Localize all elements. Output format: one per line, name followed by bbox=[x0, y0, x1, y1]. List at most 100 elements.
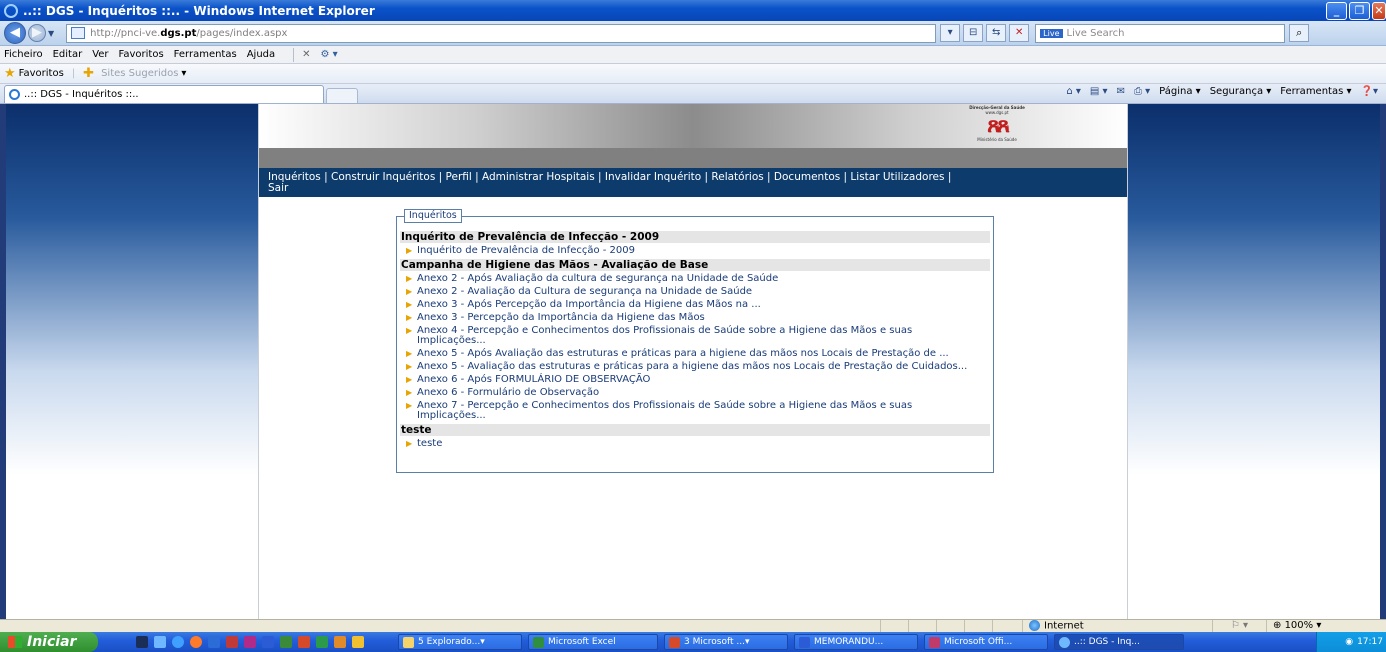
quicklaunch-icon[interactable] bbox=[316, 636, 328, 648]
quicklaunch-icon[interactable] bbox=[226, 636, 238, 648]
survey-link[interactable]: ▶ Anexo 3 - Percepção da Importância da H… bbox=[406, 313, 993, 323]
survey-link[interactable]: ▶ Anexo 5 - Após Avaliação das estruturas… bbox=[406, 349, 993, 359]
taskbar-item-excel[interactable]: Microsoft Excel bbox=[528, 634, 658, 650]
new-tab-button[interactable] bbox=[326, 88, 358, 103]
survey-link[interactable]: ▶ Anexo 6 - Formulário de Observação bbox=[406, 388, 993, 398]
protected-mode-icon[interactable]: ⚐ ▾ bbox=[1212, 619, 1266, 633]
survey-link[interactable]: ▶ teste bbox=[406, 439, 993, 449]
internet-explorer-icon bbox=[4, 3, 18, 18]
ie-quicklaunch-icon[interactable] bbox=[172, 636, 184, 648]
address-bar: ◀ ▶ ▼ http://pnci-ve. dgs.pt/pages/index.… bbox=[0, 21, 1386, 46]
url-domain: dgs.pt bbox=[160, 27, 197, 39]
recent-pages-dropdown-icon[interactable]: ▼ bbox=[48, 29, 54, 38]
refresh-icon[interactable]: ⇆ bbox=[986, 24, 1007, 42]
section-items: ▶ Anexo 2 - Após Avaliação da cultura de … bbox=[397, 274, 993, 421]
dropdown-icon[interactable]: ▾ bbox=[940, 24, 961, 42]
arrow-icon: ▶ bbox=[406, 300, 413, 309]
home-icon[interactable]: ⌂ ▾ bbox=[1066, 86, 1081, 97]
security-menu[interactable]: Segurança ▾ bbox=[1210, 86, 1272, 97]
feeds-icon[interactable]: ▤ ▾ bbox=[1090, 86, 1108, 97]
quicklaunch-icon[interactable] bbox=[298, 636, 310, 648]
menu-help[interactable]: Ajuda bbox=[247, 49, 275, 60]
quicklaunch-icon[interactable] bbox=[154, 636, 166, 648]
menu-file[interactable]: Ficheiro bbox=[4, 49, 43, 60]
help-icon[interactable]: ❓▾ bbox=[1361, 86, 1378, 97]
menu-favorites[interactable]: Favoritos bbox=[119, 49, 164, 60]
quicklaunch-icon[interactable] bbox=[280, 636, 292, 648]
windows-taskbar: Iniciar 5 Explorado... ▾ Microsoft Excel… bbox=[0, 632, 1386, 652]
frame-edge-right bbox=[1380, 104, 1386, 619]
security-zone[interactable]: Internet bbox=[1022, 619, 1212, 633]
menu-view[interactable]: Ver bbox=[92, 49, 108, 60]
taskbar-item-office[interactable]: Microsoft Offi... bbox=[924, 634, 1048, 650]
tools-menu[interactable]: Ferramentas ▾ bbox=[1280, 86, 1351, 97]
survey-link[interactable]: ▶ Anexo 4 - Percepção e Conhecimentos dos… bbox=[406, 326, 993, 346]
dgs-logo[interactable]: Direcção-Geral da Saúde www.dgs.pt ጸጸ Mi… bbox=[967, 104, 1027, 148]
menu-bar: Ficheiro Editar Ver Favoritos Ferramenta… bbox=[0, 46, 1386, 64]
quicklaunch-icon[interactable] bbox=[208, 636, 220, 648]
task-label: 5 Explorado... bbox=[418, 637, 481, 647]
task-label: Microsoft Excel bbox=[548, 637, 616, 647]
browser-tab[interactable]: ..:: DGS - Inquéritos ::.. bbox=[4, 85, 324, 103]
minimize-button[interactable]: _ bbox=[1326, 2, 1347, 20]
clock: 17:17 bbox=[1357, 637, 1383, 647]
survey-link[interactable]: ▶ Anexo 2 - Após Avaliação da cultura de … bbox=[406, 274, 993, 284]
survey-link-label: Anexo 2 - Avaliação da Cultura de segura… bbox=[417, 286, 753, 297]
show-desktop-icon[interactable] bbox=[136, 636, 148, 648]
status-cell bbox=[964, 619, 992, 633]
survey-link[interactable]: ▶ Anexo 6 - Após FORMULÁRIO DE OBSERVAÇÃO bbox=[406, 375, 993, 385]
survey-link-label: Anexo 5 - Avaliação das estruturas e prá… bbox=[417, 361, 968, 372]
forward-button[interactable]: ▶ bbox=[28, 24, 46, 42]
favorites-separator: | bbox=[71, 68, 76, 79]
survey-link[interactable]: ▶ Anexo 5 - Avaliação das estruturas e pr… bbox=[406, 362, 993, 372]
print-icon[interactable]: ⎙ ▾ bbox=[1134, 86, 1150, 97]
quicklaunch-icon[interactable] bbox=[334, 636, 346, 648]
site-banner: Direcção-Geral da Saúde www.dgs.pt ጸጸ Mi… bbox=[259, 104, 1127, 148]
quicklaunch-icon[interactable] bbox=[262, 636, 274, 648]
site-nav-logout[interactable]: Sair bbox=[268, 183, 1119, 194]
tray-network-icon[interactable]: ◉ bbox=[1345, 637, 1353, 647]
maximize-button[interactable]: ❐ bbox=[1349, 2, 1370, 20]
suggested-sites-dropdown-icon[interactable]: ▾ bbox=[181, 68, 186, 79]
suggested-sites-link[interactable]: Sites Sugeridos bbox=[101, 68, 178, 79]
menu-tools[interactable]: Ferramentas bbox=[174, 49, 237, 60]
section-header: Campanha de Higiene das Mãos - Avaliação… bbox=[400, 259, 990, 271]
add-favorite-icon[interactable]: ✚ bbox=[83, 66, 94, 81]
close-button[interactable]: ✕ bbox=[1372, 2, 1386, 20]
taskbar-item-dgs[interactable]: ..:: DGS - Inq... bbox=[1054, 634, 1184, 650]
survey-link[interactable]: ▶ Anexo 7 - Percepção e Conhecimentos dos… bbox=[406, 401, 993, 421]
page-viewport: Direcção-Geral da Saúde www.dgs.pt ጸጸ Mi… bbox=[0, 104, 1386, 619]
close-toolbar-icon[interactable]: ✕ bbox=[302, 49, 310, 60]
search-icon[interactable]: ⌕ bbox=[1289, 24, 1310, 42]
survey-link[interactable]: ▶ Anexo 2 - Avaliação da Cultura de segur… bbox=[406, 287, 993, 297]
stop-icon[interactable]: ✕ bbox=[1009, 24, 1030, 42]
site-nav-links[interactable]: Inquéritos | Construir Inquéritos | Perf… bbox=[268, 172, 1119, 183]
task-label: ..:: DGS - Inq... bbox=[1074, 637, 1140, 647]
zoom-control[interactable]: ⊕ 100% ▾ bbox=[1266, 619, 1336, 633]
taskbar-item-microsoft[interactable]: 3 Microsoft ... ▾ bbox=[664, 634, 788, 650]
quicklaunch-icon[interactable] bbox=[244, 636, 256, 648]
section-header: teste bbox=[400, 424, 990, 436]
start-label: Iniciar bbox=[27, 634, 77, 650]
quicklaunch-icon[interactable] bbox=[190, 636, 202, 648]
survey-link[interactable]: ▶ Anexo 3 - Após Percepção da Importância… bbox=[406, 300, 993, 310]
favorites-button[interactable]: Favoritos bbox=[19, 68, 64, 79]
menu-edit[interactable]: Editar bbox=[53, 49, 83, 60]
search-input[interactable]: Live Live Search bbox=[1035, 23, 1286, 43]
favorites-star-icon[interactable]: ★ bbox=[4, 66, 16, 81]
mail-icon[interactable]: ✉ bbox=[1117, 86, 1125, 97]
start-button[interactable]: Iniciar bbox=[0, 632, 98, 652]
taskbar-item-memorandu[interactable]: MEMORANDU... bbox=[794, 634, 918, 650]
url-field[interactable]: http://pnci-ve. dgs.pt/pages/index.aspx bbox=[66, 23, 937, 43]
page-menu[interactable]: Página ▾ bbox=[1159, 86, 1201, 97]
survey-link[interactable]: ▶ Inquérito de Prevalência de Infecção - … bbox=[406, 246, 993, 256]
dgs-emblem-icon: ጸጸ bbox=[987, 113, 1010, 138]
taskbar-item-explorer[interactable]: 5 Explorado... ▾ bbox=[398, 634, 522, 650]
survey-link-label: Anexo 4 - Percepção e Conhecimentos dos … bbox=[417, 325, 913, 346]
back-button[interactable]: ◀ bbox=[4, 22, 26, 44]
translate-icon[interactable]: ⚙ ▾ bbox=[321, 49, 338, 60]
compatibility-icon[interactable]: ⊟ bbox=[963, 24, 984, 42]
task-label: Microsoft Offi... bbox=[944, 637, 1013, 647]
window-title-bar[interactable]: ..:: DGS - Inquéritos ::.. - Windows Int… bbox=[0, 0, 1386, 21]
quicklaunch-icon[interactable] bbox=[352, 636, 364, 648]
